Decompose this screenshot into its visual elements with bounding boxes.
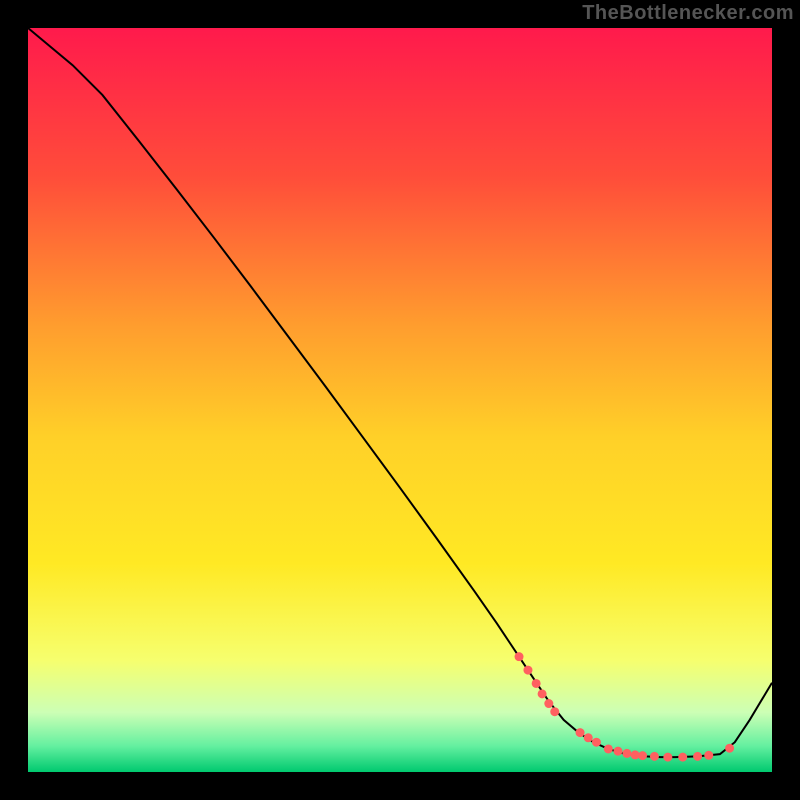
- highlight-marker: [613, 747, 622, 756]
- highlight-marker: [693, 752, 702, 761]
- highlight-marker: [538, 689, 547, 698]
- chart-frame: TheBottlenecker.com: [0, 0, 800, 800]
- highlight-marker: [678, 753, 687, 762]
- highlight-marker: [544, 699, 553, 708]
- highlight-marker: [532, 679, 541, 688]
- plot-area: [28, 28, 772, 772]
- highlight-marker: [515, 652, 524, 661]
- bottleneck-chart: [28, 28, 772, 772]
- highlight-marker: [576, 728, 585, 737]
- highlight-marker: [622, 749, 631, 758]
- highlight-marker: [638, 751, 647, 760]
- highlight-marker: [704, 751, 713, 760]
- highlight-marker: [584, 733, 593, 742]
- highlight-marker: [604, 744, 613, 753]
- highlight-marker: [523, 666, 532, 675]
- gradient-background: [28, 28, 772, 772]
- highlight-marker: [592, 738, 601, 747]
- highlight-marker: [650, 752, 659, 761]
- highlight-marker: [550, 707, 559, 716]
- highlight-marker: [663, 753, 672, 762]
- watermark-label: TheBottlenecker.com: [582, 2, 794, 25]
- highlight-marker: [725, 744, 734, 753]
